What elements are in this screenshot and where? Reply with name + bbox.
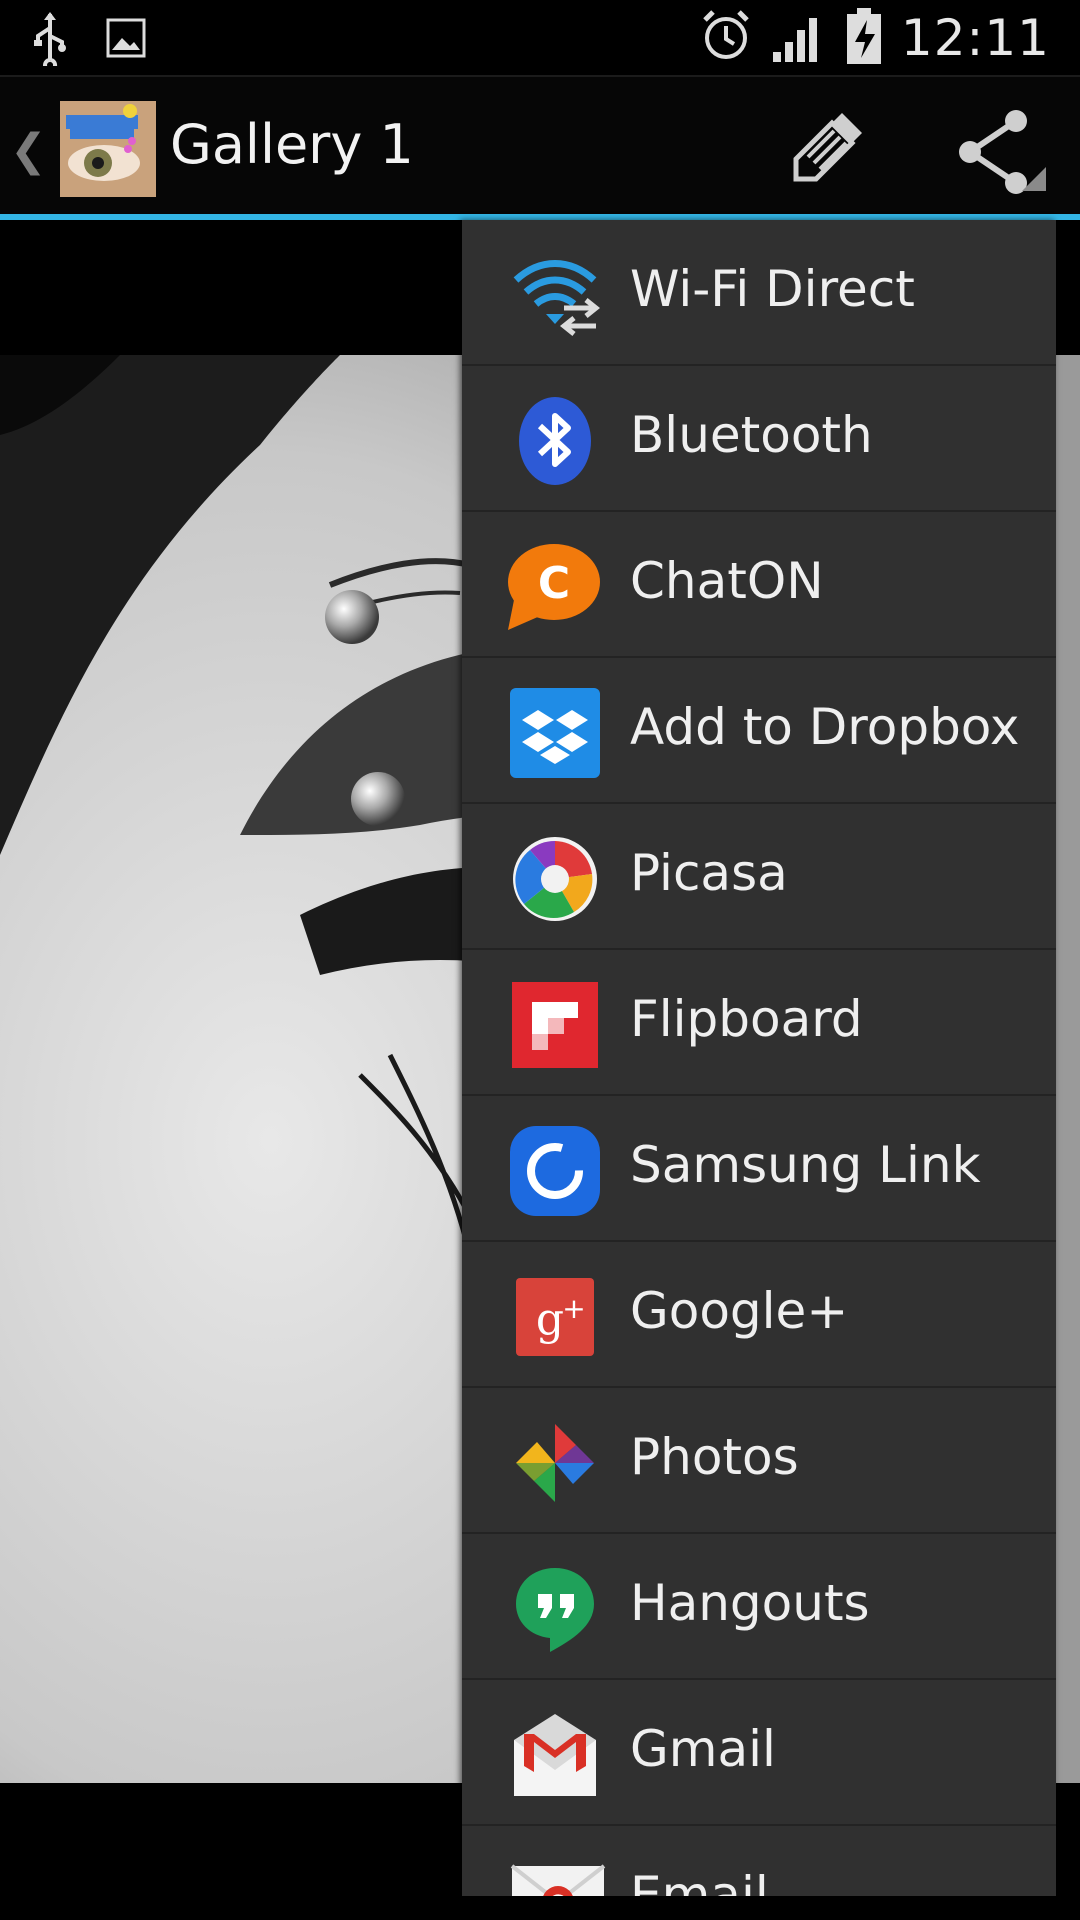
share-item-label: Photos — [630, 1428, 799, 1486]
share-item-email[interactable]: @ Email — [462, 1826, 1056, 1896]
svg-text:g: g — [536, 1294, 564, 1345]
page-title: Gallery 1 — [170, 113, 414, 176]
share-item-gmail[interactable]: Gmail — [462, 1680, 1056, 1826]
status-time: 12:11 — [900, 9, 1050, 67]
share-item-flipboard[interactable]: Flipboard — [462, 950, 1056, 1096]
share-item-picasa[interactable]: Picasa — [462, 804, 1056, 950]
share-item-chaton[interactable]: C ChatON — [462, 512, 1056, 658]
edit-icon[interactable] — [786, 107, 866, 187]
share-item-label: Flipboard — [630, 990, 863, 1048]
alarm-icon — [699, 8, 753, 68]
share-item-label: Gmail — [630, 1720, 776, 1778]
share-item-wifi-direct[interactable]: Wi-Fi Direct — [462, 220, 1056, 366]
chaton-icon: C — [508, 542, 600, 632]
dropbox-icon — [510, 688, 600, 778]
eyebrow-piercings-app-icon[interactable] — [60, 101, 156, 197]
share-icon[interactable] — [950, 107, 1050, 197]
share-item-label: Hangouts — [630, 1574, 870, 1632]
share-item-label: Add to Dropbox — [630, 698, 1020, 756]
share-item-label: ChatON — [630, 552, 824, 610]
share-item-label: Email — [630, 1866, 769, 1896]
share-item-google-plus[interactable]: g + Google+ — [462, 1242, 1056, 1388]
share-item-bluetooth[interactable]: Bluetooth — [462, 366, 1056, 512]
svg-text:+: + — [562, 1292, 585, 1325]
image-icon — [106, 10, 146, 70]
usb-icon — [30, 10, 70, 72]
picasa-icon — [510, 834, 600, 924]
bluetooth-icon — [510, 396, 600, 486]
share-item-photos[interactable]: Photos — [462, 1388, 1056, 1534]
action-bar: ❮ Gallery 1 — [0, 75, 1080, 220]
share-item-dropbox[interactable]: Add to Dropbox — [462, 658, 1056, 804]
battery-charging-icon — [845, 6, 883, 70]
share-item-label: Picasa — [630, 844, 788, 902]
share-item-label: Bluetooth — [630, 406, 873, 464]
share-item-samsung-link[interactable]: Samsung Link — [462, 1096, 1056, 1242]
signal-icon — [771, 8, 827, 68]
samsung-link-icon — [510, 1126, 600, 1216]
flipboard-icon — [510, 980, 600, 1070]
gmail-icon — [510, 1710, 600, 1800]
share-menu: Wi-Fi Direct Bluetooth C ChatON Add to D… — [462, 220, 1056, 1896]
email-icon: @ — [510, 1856, 606, 1896]
status-bar: 12:11 — [0, 0, 1080, 75]
share-item-hangouts[interactable]: Hangouts — [462, 1534, 1056, 1680]
share-item-label: Wi-Fi Direct — [630, 260, 915, 318]
share-item-label: Samsung Link — [630, 1136, 981, 1194]
wifi-direct-icon — [510, 250, 601, 340]
photos-icon — [510, 1418, 600, 1508]
hangouts-icon — [510, 1564, 600, 1654]
svg-text:@: @ — [547, 1891, 569, 1896]
back-caret-icon[interactable]: ❮ — [10, 125, 47, 176]
share-item-label: Google+ — [630, 1282, 849, 1340]
google-plus-icon: g + — [510, 1272, 600, 1362]
svg-text:C: C — [538, 558, 570, 609]
